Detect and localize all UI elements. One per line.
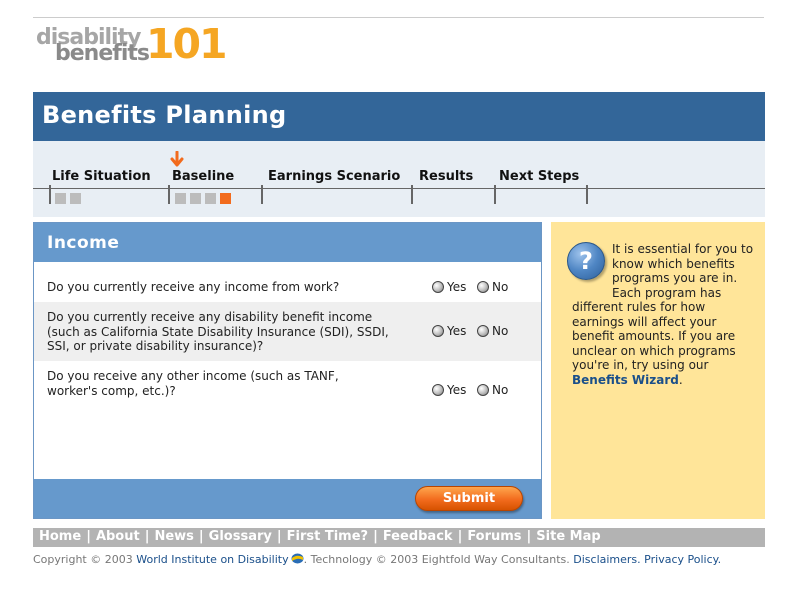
step-progress-square: [175, 193, 186, 204]
step-divider: [411, 185, 413, 204]
logo-word-benefits: benefits: [55, 41, 150, 66]
step-divider: [168, 185, 170, 204]
question-row: Do you currently receive any income from…: [34, 262, 541, 302]
nav-separator: |: [276, 529, 282, 544]
step-progress-square: [205, 193, 216, 204]
step-divider: [494, 185, 496, 204]
submit-button[interactable]: Submit: [415, 486, 523, 511]
nav-link-news[interactable]: News: [154, 529, 193, 544]
disability-income-no-option[interactable]: No: [477, 324, 508, 338]
radio-button[interactable]: [477, 281, 489, 293]
step-next-steps[interactable]: Next Steps: [499, 169, 579, 184]
nav-separator: |: [198, 529, 204, 544]
income-work-no-option[interactable]: No: [477, 280, 508, 294]
progress-steps: Life Situation Baseline Earnings Scenari…: [33, 141, 765, 217]
disability-income-yes-option[interactable]: Yes: [432, 324, 466, 338]
logo-number: 101: [146, 20, 228, 68]
nav-separator: |: [373, 529, 378, 544]
page-title: Benefits Planning: [42, 101, 287, 129]
yes-label: Yes: [447, 280, 467, 294]
step-progress-square-current: [220, 193, 231, 204]
nav-link-home[interactable]: Home: [39, 529, 81, 544]
step-life-situation[interactable]: Life Situation: [52, 169, 151, 184]
income-panel-footer: Submit: [34, 479, 541, 518]
step-divider: [586, 185, 588, 204]
nav-link-feedback[interactable]: Feedback: [383, 529, 453, 544]
nav-link-about[interactable]: About: [96, 529, 140, 544]
disclaimers-link[interactable]: Disclaimers.: [573, 553, 640, 566]
question-text: Do you currently receive any disability …: [47, 310, 389, 353]
copyright-prefix: Copyright © 2003: [33, 553, 133, 566]
icon-spacer: [572, 242, 612, 286]
radio-button[interactable]: [477, 325, 489, 337]
info-tail: .: [678, 372, 683, 387]
income-panel-header: Income: [34, 223, 541, 262]
nav-separator: |: [526, 529, 532, 544]
step-progress-square: [70, 193, 81, 204]
no-label: No: [492, 280, 509, 294]
nav-link-site-map[interactable]: Site Map: [536, 529, 600, 544]
income-work-yes-option[interactable]: Yes: [432, 280, 466, 294]
income-panel: Income Do you currently receive any inco…: [33, 222, 542, 519]
technology-credit: . Technology © 2003 Eightfold Way Consul…: [303, 553, 570, 566]
info-text: It is essential for you to know which be…: [572, 242, 758, 387]
globe-logo-icon: [291, 553, 304, 564]
footer-nav-items: Home | About | News | Glossary | First Time? | Fee…: [39, 529, 601, 544]
no-label: No: [492, 383, 509, 397]
benefits-wizard-link[interactable]: Benefits Wizard: [572, 373, 679, 387]
nav-separator: |: [457, 529, 463, 544]
no-label: No: [492, 324, 509, 338]
nav-link-glossary[interactable]: Glossary: [209, 529, 272, 544]
info-panel: ? It is essential for you to know which …: [551, 222, 765, 519]
copyright-line: Copyright © 2003 World Institute on Disa…: [33, 553, 721, 566]
question-text: Do you currently receive any income from…: [47, 280, 340, 294]
yes-label: Yes: [447, 383, 467, 397]
current-step-arrow-icon: [170, 151, 184, 167]
privacy-policy-link[interactable]: Privacy Policy.: [644, 553, 721, 566]
step-divider: [49, 185, 51, 204]
nav-link-first-time[interactable]: First Time?: [287, 529, 368, 544]
yes-label: Yes: [447, 324, 467, 338]
step-progress-square: [55, 193, 66, 204]
footer-nav: Home | About | News | Glossary | First Time? | Fee…: [33, 528, 765, 547]
nav-link-forums[interactable]: Forums: [467, 529, 521, 544]
step-earnings-scenario[interactable]: Earnings Scenario: [268, 169, 400, 184]
top-rule: [33, 17, 764, 18]
question-row: Do you currently receive any disability …: [34, 302, 541, 361]
other-income-no-option[interactable]: No: [477, 383, 508, 397]
question-row: Do you receive any other income (such as…: [34, 361, 541, 421]
income-title: Income: [47, 233, 120, 253]
nav-separator: |: [86, 529, 91, 544]
steps-baseline-line: [33, 188, 765, 189]
step-results[interactable]: Results: [419, 169, 473, 184]
wid-link[interactable]: World Institute on Disability: [136, 553, 288, 566]
step-progress-square: [190, 193, 201, 204]
nav-separator: |: [144, 529, 150, 544]
question-text: Do you receive any other income (such as…: [47, 369, 339, 398]
step-divider: [261, 185, 263, 204]
radio-button[interactable]: [432, 384, 444, 396]
site-logo[interactable]: disability benefits 101: [36, 20, 228, 68]
other-income-yes-option[interactable]: Yes: [432, 383, 466, 397]
radio-button[interactable]: [477, 384, 489, 396]
page-header: Benefits Planning: [33, 92, 765, 141]
radio-button[interactable]: [432, 281, 444, 293]
step-baseline[interactable]: Baseline: [172, 169, 234, 184]
radio-button[interactable]: [432, 325, 444, 337]
